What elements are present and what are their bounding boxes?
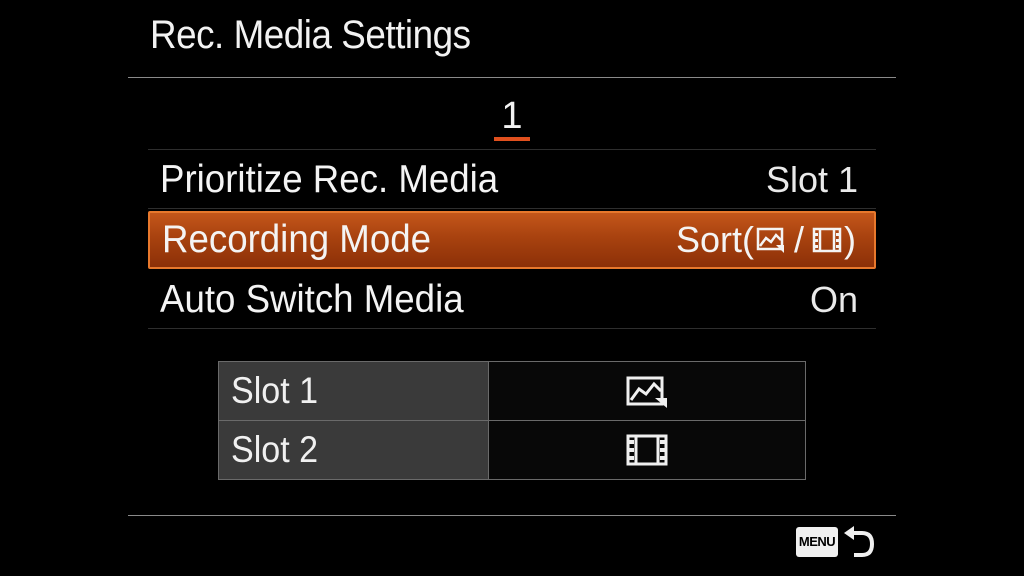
slot-icon-cell bbox=[488, 420, 806, 480]
table-row: Slot 2 bbox=[218, 420, 806, 480]
movie-icon bbox=[626, 434, 668, 466]
menu-divider bbox=[148, 149, 876, 150]
menu-item-label: Recording Mode bbox=[162, 218, 432, 261]
footer-divider bbox=[128, 515, 896, 516]
slot-name: Slot 1 bbox=[231, 370, 319, 411]
value-suffix: ) bbox=[844, 219, 856, 260]
menu-item-recording-mode[interactable]: Recording Mode Sort( / ) bbox=[148, 211, 876, 269]
value-prefix: Sort( bbox=[675, 219, 754, 260]
slot-name: Slot 2 bbox=[231, 429, 319, 470]
photo-icon bbox=[626, 376, 667, 408]
menu-item-prioritize-rec-media[interactable]: Prioritize Rec. Media Slot 1 bbox=[148, 151, 876, 209]
value-separator: / bbox=[793, 219, 804, 260]
return-arrow-icon[interactable] bbox=[842, 524, 876, 560]
page-title: Rec. Media Settings bbox=[150, 13, 471, 57]
photo-icon bbox=[756, 227, 784, 253]
slot-assignment-table: Slot 1 Slot 2 bbox=[218, 361, 806, 480]
page-indicator bbox=[494, 137, 530, 141]
menu-item-value: Slot 1 bbox=[765, 158, 858, 200]
header-divider bbox=[128, 77, 896, 78]
table-row: Slot 1 bbox=[218, 361, 806, 421]
page-number[interactable]: 1 bbox=[492, 96, 532, 136]
slot-icon-cell bbox=[488, 361, 806, 421]
menu-button[interactable]: MENU bbox=[796, 527, 838, 557]
menu-item-label: Prioritize Rec. Media bbox=[160, 157, 499, 201]
slot-name-cell: Slot 2 bbox=[218, 420, 489, 480]
slot-name-cell: Slot 1 bbox=[218, 361, 489, 421]
menu-item-label: Auto Switch Media bbox=[160, 277, 464, 321]
menu-item-value: On bbox=[809, 278, 858, 320]
movie-icon bbox=[812, 227, 842, 253]
menu-item-auto-switch-media[interactable]: Auto Switch Media On bbox=[148, 271, 876, 329]
menu-item-value: Sort( / ) bbox=[676, 218, 856, 262]
